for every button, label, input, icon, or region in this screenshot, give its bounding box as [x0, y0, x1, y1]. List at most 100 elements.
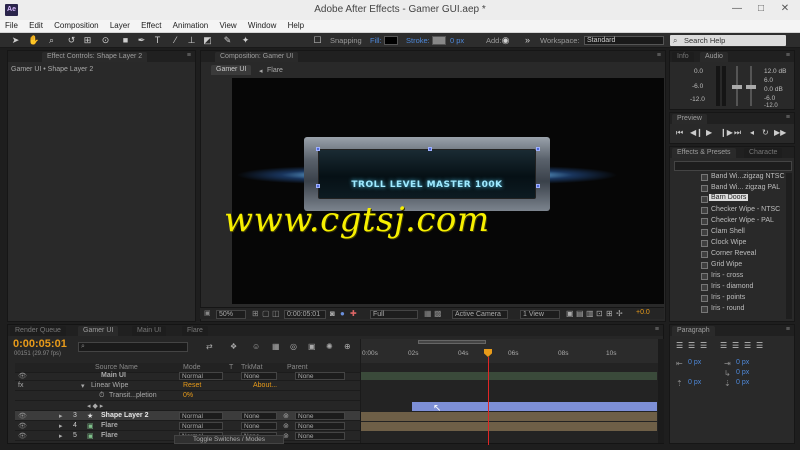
comp-nav-gamer-ui[interactable]: Gamer UI: [211, 65, 252, 75]
justify-center-icon[interactable]: ☰: [732, 341, 739, 350]
roi-icon[interactable]: ▦: [424, 309, 432, 318]
effect-item[interactable]: Iris - round: [711, 305, 744, 312]
expand-arrow-icon[interactable]: ▸: [59, 412, 63, 420]
stopwatch-icon[interactable]: ⏱: [99, 392, 104, 400]
column-trkmat[interactable]: TrkMat: [241, 364, 263, 371]
pen-tool-icon[interactable]: ✒: [136, 35, 147, 46]
effect-item[interactable]: Band Wi... zigzag PAL: [711, 184, 780, 191]
indent-right-value[interactable]: 0 px: [736, 359, 749, 366]
stroke-label[interactable]: Stroke:: [406, 36, 430, 45]
last-frame-icon[interactable]: ⏭: [734, 128, 741, 138]
property-value[interactable]: 0%: [183, 392, 193, 399]
audio-toggle-icon[interactable]: ◂: [750, 128, 754, 137]
layer-handle-mr[interactable]: [536, 184, 540, 188]
tab-info[interactable]: Info: [672, 52, 694, 62]
menu-layer[interactable]: Layer: [106, 20, 134, 31]
search-help-input[interactable]: ⌕ Search Help: [670, 35, 786, 46]
keyframe-nav-icon[interactable]: ◂ ◆ ▸: [87, 402, 103, 410]
toggle-switches-modes-button[interactable]: Toggle Switches / Modes: [174, 435, 284, 444]
menu-effect[interactable]: Effect: [137, 20, 165, 31]
audio-slider-handle-l[interactable]: [732, 85, 742, 89]
layer-handle-tl[interactable]: [316, 147, 320, 151]
comp-nav-flare[interactable]: Flare: [267, 67, 283, 74]
region-icon[interactable]: ◫: [272, 309, 280, 318]
effect-reset-link[interactable]: Reset: [183, 382, 201, 389]
loop-icon[interactable]: ↻: [762, 128, 769, 137]
menu-animation[interactable]: Animation: [169, 20, 213, 31]
first-frame-icon[interactable]: ⏮: [676, 128, 683, 138]
fill-label[interactable]: Fill:: [370, 36, 382, 45]
parent-select[interactable]: None: [295, 422, 345, 430]
camera-tool-icon[interactable]: ⊞: [82, 35, 93, 46]
table-row[interactable]: 👁 ▸ 3 ★ Shape Layer 2 Normal None ⊚ None: [15, 411, 365, 421]
justify-all-icon[interactable]: ☰: [756, 341, 763, 350]
close-button[interactable]: ✕: [776, 2, 794, 16]
table-row[interactable]: 👁 Main UI Normal None None: [15, 371, 365, 381]
justify-right-icon[interactable]: ☰: [744, 341, 751, 350]
visibility-eye-icon[interactable]: 👁: [18, 422, 27, 430]
timeline-timecode[interactable]: 0:00:05:01: [13, 338, 67, 350]
mode-select[interactable]: Normal: [179, 412, 223, 420]
stroke-swatch[interactable]: [432, 36, 446, 45]
rotate-tool-icon[interactable]: ↺: [66, 35, 77, 46]
snapping-checkbox-icon[interactable]: ☐: [312, 35, 323, 46]
work-area-bar[interactable]: [418, 340, 486, 344]
tab-main-ui[interactable]: Main UI: [132, 326, 167, 336]
mode-select[interactable]: Normal: [179, 422, 223, 430]
table-row[interactable]: 👁 ▸ 4 ▣ Flare Normal None ⊚ None: [15, 421, 365, 431]
view-layout-select[interactable]: 1 View: [520, 310, 560, 319]
previous-frame-icon[interactable]: ◀❙: [690, 128, 703, 137]
layer-name[interactable]: Flare: [101, 432, 118, 439]
fx-icon[interactable]: fx: [18, 382, 23, 389]
indent-left-value[interactable]: 0 px: [688, 359, 701, 366]
table-row[interactable]: ◂ ◆ ▸: [15, 401, 365, 411]
preview-panel-menu-icon[interactable]: ≡: [786, 114, 790, 121]
always-preview-icon[interactable]: ▣: [204, 309, 211, 317]
camera-select[interactable]: Active Camera: [452, 310, 508, 319]
effect-item[interactable]: Clock Wipe: [711, 239, 746, 246]
workspace-menu-icon[interactable]: »: [522, 35, 533, 46]
effect-item[interactable]: Clam Shell: [711, 228, 745, 235]
column-source-name[interactable]: Source Name: [95, 364, 138, 371]
tab-paragraph[interactable]: Paragraph: [672, 326, 715, 336]
parent-select[interactable]: None: [295, 412, 345, 420]
layer-name[interactable]: Flare: [101, 422, 118, 429]
column-t[interactable]: T: [229, 364, 233, 371]
next-frame-icon[interactable]: ❙▶: [720, 128, 733, 137]
tab-character[interactable]: Characte: [744, 148, 783, 158]
parent-select[interactable]: None: [295, 432, 345, 440]
brush-tool-icon[interactable]: ⁄: [170, 35, 181, 46]
reset-exposure-icon[interactable]: ✢: [616, 309, 623, 318]
tab-preview[interactable]: Preview: [672, 114, 707, 124]
mask-icon[interactable]: ▢: [262, 309, 270, 318]
menu-edit[interactable]: Edit: [25, 20, 47, 31]
pick-whip-icon[interactable]: ⊚: [283, 422, 289, 430]
effect-item[interactable]: Grid Wipe: [711, 261, 742, 268]
layer-handle-tr[interactable]: [536, 147, 540, 151]
grid-icon[interactable]: ⊞: [252, 309, 259, 318]
align-left-icon[interactable]: ☰: [676, 341, 683, 350]
zoom-tool-icon[interactable]: ⌕: [46, 35, 57, 46]
minimize-button[interactable]: —: [728, 2, 746, 16]
table-row[interactable]: fx ▾ Linear Wipe Reset About...: [15, 381, 365, 391]
menu-composition[interactable]: Composition: [50, 20, 102, 31]
column-parent[interactable]: Parent: [287, 364, 308, 371]
comp-mini-flowchart-icon[interactable]: ⇄: [206, 342, 213, 351]
effect-about-link[interactable]: About...: [253, 382, 277, 389]
timeline-scrollbar[interactable]: [658, 339, 664, 443]
tab-flare[interactable]: Flare: [182, 326, 208, 336]
layer-name[interactable]: Main UI: [101, 372, 126, 379]
menu-view[interactable]: View: [215, 20, 240, 31]
trkmat-select[interactable]: None: [241, 412, 277, 420]
tab-render-queue[interactable]: Render Queue: [10, 326, 66, 336]
effect-item[interactable]: Checker Wipe - PAL: [711, 217, 774, 224]
comp-flowchart-icon[interactable]: ⊞: [606, 309, 613, 318]
effect-item[interactable]: Iris - diamond: [711, 283, 753, 290]
space-before-value[interactable]: 0 px: [688, 379, 701, 386]
effect-item[interactable]: Checker Wipe - NTSC: [711, 206, 780, 213]
workspace-select[interactable]: Standard: [584, 36, 664, 45]
stroke-width-value[interactable]: 0 px: [450, 36, 464, 45]
puppet-tool-icon[interactable]: ✦: [240, 35, 251, 46]
expand-arrow-icon[interactable]: ▸: [59, 422, 63, 430]
pick-whip-icon[interactable]: ⊚: [283, 412, 289, 420]
